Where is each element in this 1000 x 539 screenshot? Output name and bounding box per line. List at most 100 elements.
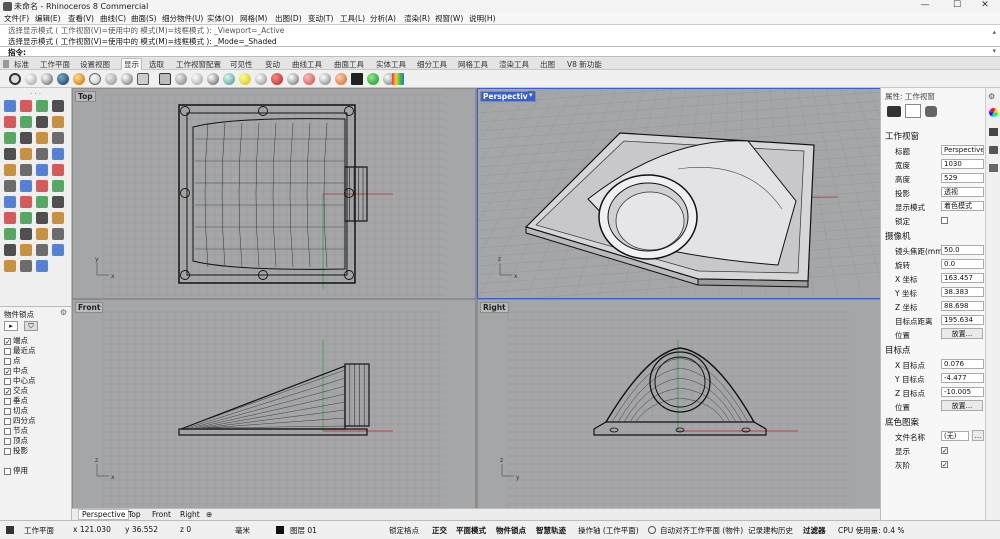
text-tool-icon[interactable] [36, 228, 48, 240]
revolve-tool-icon[interactable] [4, 164, 16, 176]
curve-tool-icon[interactable] [4, 132, 16, 144]
viewport-label-right[interactable]: Right [480, 302, 509, 313]
lock-icon[interactable] [159, 73, 171, 85]
tab-surface-tools[interactable]: 曲面工具 [334, 59, 364, 70]
group-tool-icon[interactable] [4, 244, 16, 256]
paint-tool-icon[interactable] [36, 260, 48, 272]
red-sphere-icon[interactable] [271, 73, 283, 85]
tab-curve-tools[interactable]: 曲线工具 [292, 59, 322, 70]
checkbox-point[interactable] [4, 357, 11, 365]
viewport-label-top[interactable]: Top [75, 91, 96, 102]
place-target-button[interactable]: 放置... [941, 400, 983, 411]
cone-tool-icon[interactable] [20, 148, 32, 160]
checkbox-near[interactable] [4, 347, 11, 355]
help-panel-icon[interactable] [989, 164, 998, 172]
checkbox-disable[interactable] [4, 467, 11, 475]
viewport-right[interactable]: yz Right [478, 300, 880, 508]
project-tool-icon[interactable] [20, 228, 32, 240]
status-smarttrack[interactable]: 智慧轨迹 [536, 525, 566, 536]
explode-tool-icon[interactable] [52, 180, 64, 192]
osnap-options-icon[interactable]: ⚙ [60, 308, 67, 317]
filename-field[interactable]: (无) [941, 431, 969, 441]
move-tool-icon[interactable] [4, 196, 16, 208]
mirror-tool-icon[interactable] [4, 212, 16, 224]
menu-drafting[interactable]: 出图(D) [275, 13, 302, 24]
place-camera-button[interactable]: 放置... [941, 328, 983, 339]
join-tool-icon[interactable] [36, 180, 48, 192]
vptab-front[interactable]: Front [152, 510, 171, 519]
sphere-tool-icon[interactable] [52, 132, 64, 144]
display-panel-icon[interactable] [989, 146, 998, 154]
light-icon[interactable] [239, 73, 251, 85]
target-x-field[interactable]: 0.076 [941, 359, 984, 369]
monitor-icon[interactable] [351, 73, 363, 85]
viewport-front[interactable]: xz Front [73, 300, 475, 508]
ungroup-tool-icon[interactable] [20, 244, 32, 256]
rectangle-tool-icon[interactable] [52, 100, 64, 112]
pen-icon[interactable] [121, 73, 133, 85]
camera-sphere-icon[interactable] [287, 73, 299, 85]
menu-solid[interactable]: 实体(O) [207, 13, 234, 24]
menu-tools[interactable]: 工具(L) [340, 13, 365, 24]
tab-viewport-layout[interactable]: 工作视窗配置 [176, 59, 221, 70]
maximize-button[interactable]: ☐ [942, 0, 972, 13]
scale-tool-icon[interactable] [52, 196, 64, 208]
menu-subd[interactable]: 细分物件(U) [162, 13, 203, 24]
height-field[interactable]: 529 [941, 173, 984, 183]
chamfer-tool-icon[interactable] [52, 164, 64, 176]
osnap-filter-icon[interactable]: ⛉ [24, 321, 38, 331]
dimension-tool-icon[interactable] [52, 228, 64, 240]
cursor-sphere-icon[interactable] [255, 73, 267, 85]
arc-tool-icon[interactable] [20, 116, 32, 128]
rendered-icon[interactable] [41, 73, 53, 85]
menu-curve[interactable]: 曲线(C) [100, 13, 126, 24]
select-tool-icon[interactable] [4, 100, 16, 112]
checkbox-perpendicular[interactable] [4, 397, 11, 405]
menu-mesh[interactable]: 网格(M) [240, 13, 267, 24]
copy-tool-icon[interactable] [20, 196, 32, 208]
loft-tool-icon[interactable] [52, 148, 64, 160]
menu-analyze[interactable]: 分析(A) [370, 13, 396, 24]
polygon-tool-icon[interactable] [52, 116, 64, 128]
tab-v8-new[interactable]: V8 新功能 [567, 59, 602, 70]
point-tool-icon[interactable] [20, 100, 32, 112]
checkbox-project[interactable] [4, 447, 11, 455]
tab-standard[interactable]: 标准 [14, 59, 29, 70]
freeform-tool-icon[interactable] [20, 132, 32, 144]
checkbox-quadrant[interactable] [4, 417, 11, 425]
status-snap[interactable]: 锁定格点 [389, 525, 419, 536]
osnap-play-icon[interactable]: ▸ [4, 321, 18, 331]
menu-edit[interactable]: 编辑(E) [35, 13, 61, 24]
layer-tool-icon[interactable] [36, 244, 48, 256]
cylinder-tool-icon[interactable] [4, 148, 16, 160]
lens-field[interactable]: 50.0 [941, 245, 984, 255]
history-scroll-icon[interactable]: ▴ [992, 28, 996, 36]
grayscale-checkbox[interactable]: ✓ [941, 461, 948, 469]
extrude-tool-icon[interactable] [36, 148, 48, 160]
viewport-perspective[interactable]: xz Perspective ▾ [477, 88, 881, 299]
paint-sphere-icon[interactable] [303, 73, 315, 85]
viewport-top[interactable]: xy Top [73, 89, 475, 298]
status-filter[interactable]: 过滤器 [803, 525, 826, 536]
fillet-tool-icon[interactable] [36, 164, 48, 176]
x-coord-field[interactable]: 163.457 [941, 273, 984, 283]
viewport-props-icon[interactable] [905, 104, 921, 118]
shaded-icon[interactable] [25, 73, 37, 85]
box-tool-icon[interactable] [36, 132, 48, 144]
checkbox-intersection[interactable]: ✓ [4, 387, 11, 395]
offset-tool-icon[interactable] [4, 228, 16, 240]
status-osnap[interactable]: 物件锁点 [496, 525, 526, 536]
z-coord-field[interactable]: 88.698 [941, 301, 984, 311]
vptab-top[interactable]: Top [128, 510, 141, 519]
rotation-field[interactable]: 0.0 [941, 259, 984, 269]
wireframe-icon[interactable] [9, 73, 21, 85]
boolean-union-tool-icon[interactable] [36, 212, 48, 224]
dark-sphere-icon[interactable] [207, 73, 219, 85]
sweep-tool-icon[interactable] [20, 164, 32, 176]
ghosted-icon[interactable] [57, 73, 69, 85]
checkbox-center[interactable] [4, 377, 11, 385]
close-button[interactable]: ✕ [970, 0, 1000, 13]
array-tool-icon[interactable] [20, 212, 32, 224]
status-history[interactable]: 记录建构历史 [748, 525, 793, 536]
target-z-field[interactable]: -10.005 [941, 387, 984, 397]
